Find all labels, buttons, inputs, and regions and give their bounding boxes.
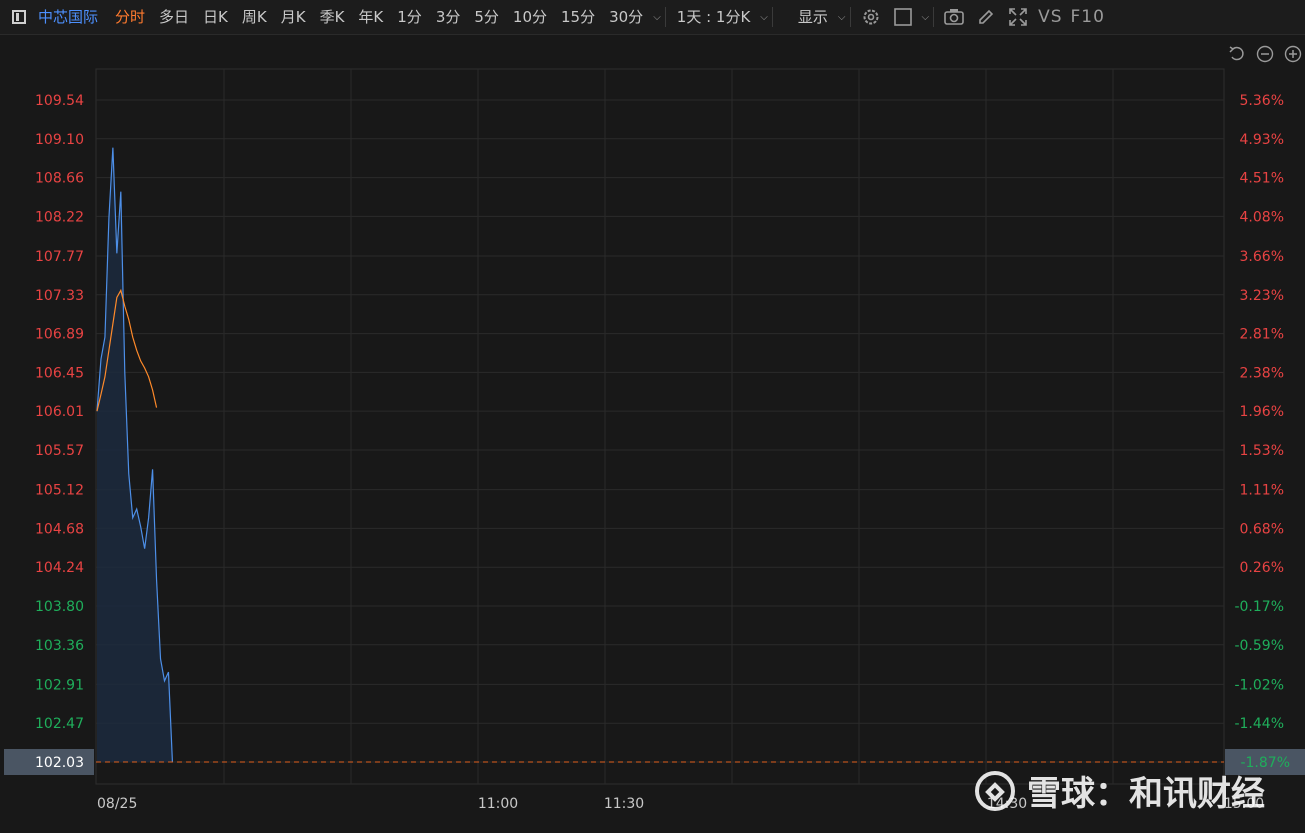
y-price-tick-label: 105.57: [35, 443, 84, 459]
y-pct-tick-label: 0.26%: [1240, 560, 1284, 576]
y-pct-tick-label: 4.93%: [1240, 132, 1284, 148]
zoom-out-icon[interactable]: [1256, 45, 1274, 63]
y-price-tick-label: 106.45: [35, 365, 84, 381]
y-price-tick-label: 109.10: [35, 132, 84, 148]
xueqiu-logo-icon: [975, 770, 1015, 811]
y-pct-tick-label: -1.44%: [1234, 716, 1284, 732]
y-price-tick-label: 106.89: [35, 327, 84, 343]
y-price-tick-label: 106.01: [35, 404, 84, 420]
y-price-tick-label: 102.91: [35, 677, 84, 693]
watermark-text: 雪球：和讯财经: [1027, 774, 1265, 814]
y-pct-tick-label: 2.38%: [1240, 365, 1284, 381]
y-pct-tick-label: 4.08%: [1240, 209, 1284, 225]
watermark: 雪球：和讯财经: [975, 766, 1265, 815]
y-price-tick-label: 104.68: [35, 521, 84, 537]
y-pct-tick-label: 5.36%: [1240, 93, 1284, 109]
y-price-tick-label: 107.77: [35, 249, 84, 265]
y-pct-tick-label: -0.17%: [1234, 599, 1284, 615]
y-pct-tick-label: -1.02%: [1234, 677, 1284, 693]
y-price-tick-label: 103.80: [35, 599, 84, 615]
x-date-label: 08/25: [97, 796, 137, 812]
y-price-tick-label: 108.22: [35, 209, 84, 225]
y-pct-tick-label: 3.66%: [1240, 249, 1284, 265]
y-price-tick-label: 105.12: [35, 483, 84, 499]
y-pct-tick-label: 2.81%: [1240, 327, 1284, 343]
y-pct-tick-label: 1.11%: [1240, 483, 1284, 499]
zoom-in-icon[interactable]: [1284, 45, 1302, 63]
y-pct-tick-label: 1.53%: [1240, 443, 1284, 459]
y-price-tick-label: 103.36: [35, 638, 84, 654]
y-pct-tick-label: 3.23%: [1240, 288, 1284, 304]
plot-area: [95, 68, 1225, 785]
y-price-tick-label: 109.54: [35, 93, 84, 109]
x-time-label: 11:00: [478, 796, 518, 812]
y-price-tick-label: 107.33: [35, 288, 84, 304]
y-pct-tick-label: -0.59%: [1234, 638, 1284, 654]
y-price-tick-label: 102.47: [35, 716, 84, 732]
x-time-label: 11:30: [604, 796, 644, 812]
y-pct-tick-label: 1.96%: [1240, 404, 1284, 420]
y-price-tick-label: 108.66: [35, 171, 84, 187]
y-pct-tick-label: 4.51%: [1240, 171, 1284, 187]
intraday-chart[interactable]: 109.54 5.36% 109.10 4.93% 108.66 4.51% 108.22 4…: [0, 0, 1305, 833]
reset-icon[interactable]: [1228, 45, 1246, 63]
current-price-label: 102.03: [35, 755, 84, 771]
y-pct-tick-label: 0.68%: [1240, 521, 1284, 537]
y-price-tick-label: 104.24: [35, 560, 84, 576]
